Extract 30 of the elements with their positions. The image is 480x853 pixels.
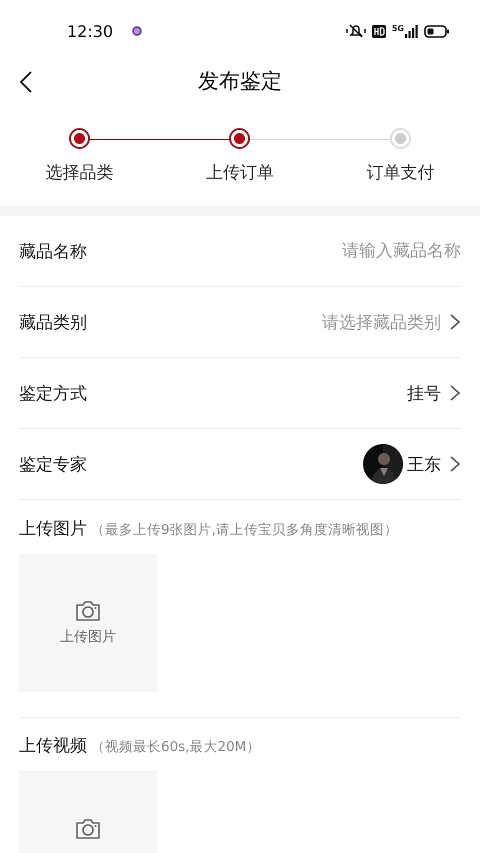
hd-icon <box>372 24 386 38</box>
camera-icon <box>75 818 101 840</box>
section-title: 上传图片 <box>19 518 87 540</box>
camera-icon <box>75 600 101 622</box>
field-label: 鉴定方式 <box>19 382 87 404</box>
step-label: 上传订单 <box>206 162 274 184</box>
section-title: 上传视频 <box>19 735 87 757</box>
page-title: 发布鉴定 <box>198 68 282 95</box>
select-field[interactable]: 挂号 <box>407 382 461 404</box>
chevron-right-icon <box>449 384 461 402</box>
signal-icon <box>405 24 418 38</box>
clock-time: 12:30 <box>67 22 114 40</box>
chevron-right-icon <box>449 455 461 473</box>
step-label: 订单支付 <box>366 162 435 184</box>
input-field[interactable]: 请输入藏品名称 <box>241 241 461 261</box>
upload-hint: （视频最长60s,最大20M） <box>91 738 260 756</box>
battery-icon <box>424 24 450 38</box>
expert-picker[interactable]: 王东 <box>363 444 461 484</box>
chevron-right-icon <box>449 313 461 331</box>
notification-dot-icon <box>131 25 144 37</box>
field-label: 藏品类别 <box>19 312 87 334</box>
back-icon <box>18 70 34 94</box>
step-label: 选择品类 <box>45 162 114 184</box>
upload-hint: （最多上传9张图片,请上传宝贝多角度清晰视图） <box>91 521 398 539</box>
field-label: 藏品名称 <box>19 240 87 262</box>
upload-tile[interactable] <box>19 771 157 853</box>
network-label: 5G <box>392 24 404 32</box>
mute-icon <box>346 24 366 38</box>
upload-tile[interactable]: 上传图片 <box>19 554 157 692</box>
field-label: 鉴定专家 <box>19 454 87 476</box>
